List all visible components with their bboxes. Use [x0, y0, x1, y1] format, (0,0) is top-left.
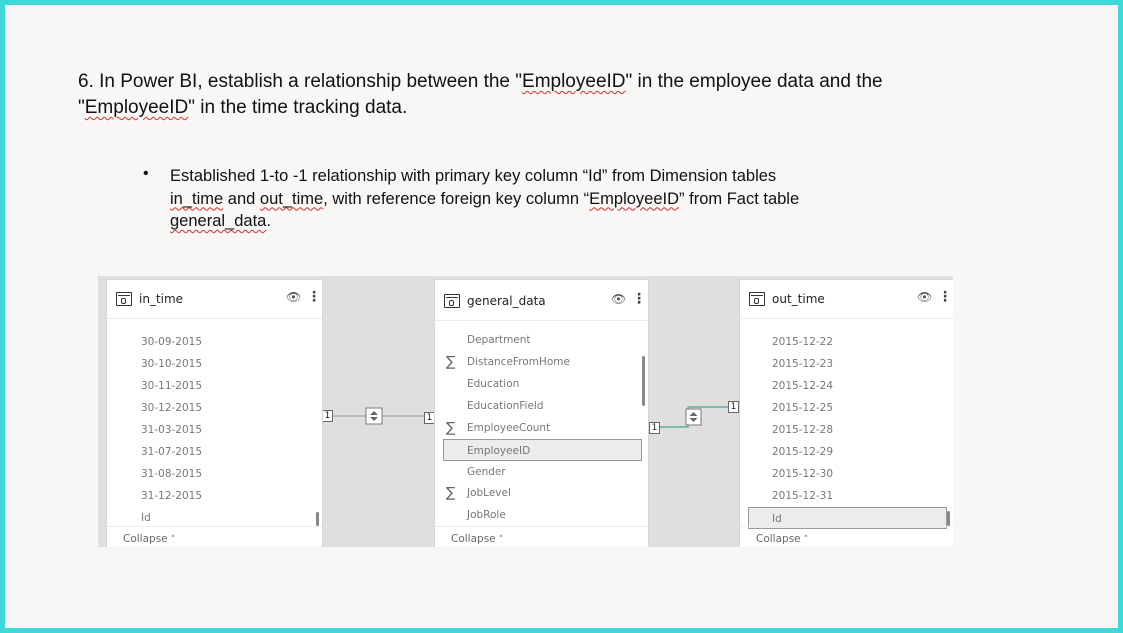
- table-icon: [116, 292, 132, 306]
- eye-icon[interactable]: 👁: [611, 292, 626, 306]
- scrollbar[interactable]: [642, 356, 645, 406]
- column-row[interactable]: Gender: [467, 461, 506, 483]
- column-row[interactable]: DistanceFromHome: [467, 351, 570, 373]
- table-title: out_time: [772, 292, 825, 306]
- bidirectional-filter-icon[interactable]: [365, 407, 383, 425]
- column-row[interactable]: 30-11-2015: [141, 375, 202, 397]
- column-row[interactable]: 2015-12-29: [772, 441, 833, 463]
- model-diagram: 1 1 1 1 in_time 👁 ⋮ 30-09-2015 30-10-201…: [98, 276, 953, 547]
- more-options-icon[interactable]: ⋮: [938, 289, 952, 305]
- employeeid-term: EmployeeID: [522, 71, 626, 92]
- table-title: in_time: [139, 292, 184, 306]
- table-card-out-time[interactable]: out_time 👁 ⋮ 2015-12-22 2015-12-23 2015-…: [739, 279, 953, 547]
- eye-icon[interactable]: 👁: [917, 290, 932, 304]
- collapse-button[interactable]: Collapse ˄: [435, 526, 648, 547]
- column-row[interactable]: JobLevel: [467, 482, 511, 504]
- bullet-text: Established 1-to -1 relationship with pr…: [170, 167, 800, 230]
- column-row[interactable]: 30-09-2015: [141, 331, 202, 353]
- employeeid-term: EmployeeID: [84, 97, 189, 118]
- slide: 6. In Power BI, establish a relationship…: [5, 5, 1118, 628]
- column-row[interactable]: 30-10-2015: [141, 353, 202, 375]
- column-row[interactable]: JobRole: [467, 504, 506, 526]
- column-row[interactable]: 2015-12-22: [772, 331, 833, 353]
- bullet-point: • Established 1-to -1 relationship with …: [143, 165, 903, 233]
- cardinality-label: 1: [322, 410, 333, 422]
- chevron-up-icon: ˄: [498, 535, 504, 545]
- collapse-button[interactable]: Collapse ˄: [740, 526, 953, 547]
- more-options-icon[interactable]: ⋮: [307, 289, 321, 305]
- column-row[interactable]: Education: [467, 373, 519, 395]
- bullet-symbol: •: [143, 165, 149, 182]
- scrollbar[interactable]: [316, 512, 319, 526]
- table-icon: [444, 294, 460, 308]
- sum-icon: ∑: [446, 354, 456, 370]
- more-options-icon[interactable]: ⋮: [632, 291, 646, 307]
- card-header: in_time 👁 ⋮: [107, 280, 322, 319]
- column-row[interactable]: EmployeeCount: [467, 417, 550, 439]
- cardinality-label: 1: [728, 401, 739, 413]
- column-row[interactable]: 2015-12-28: [772, 419, 833, 441]
- cardinality-label: 1: [649, 422, 660, 434]
- column-row[interactable]: 31-12-2015: [141, 485, 202, 507]
- card-header: general_data 👁 ⋮: [435, 280, 648, 321]
- column-row[interactable]: 2015-12-30: [772, 463, 833, 485]
- bidirectional-filter-icon[interactable]: [685, 408, 702, 426]
- column-row[interactable]: 2015-12-24: [772, 375, 833, 397]
- chevron-up-icon: ˄: [803, 535, 809, 545]
- column-row[interactable]: EducationField: [467, 395, 544, 417]
- table-card-general-data[interactable]: general_data 👁 ⋮ Department ∑ DistanceFr…: [434, 279, 649, 547]
- scrollbar[interactable]: [947, 511, 950, 526]
- chevron-up-icon: ˄: [170, 535, 176, 545]
- column-row[interactable]: 31-07-2015: [141, 441, 202, 463]
- step-heading: 6. In Power BI, establish a relationship…: [78, 71, 883, 118]
- column-row[interactable]: 2015-12-31: [772, 485, 833, 507]
- eye-icon[interactable]: 👁: [286, 290, 301, 304]
- column-row[interactable]: 2015-12-25: [772, 397, 833, 419]
- column-row[interactable]: 30-12-2015: [141, 397, 202, 419]
- column-row[interactable]: 2015-12-23: [772, 353, 833, 375]
- sum-icon: ∑: [446, 485, 456, 501]
- collapse-button[interactable]: Collapse ˄: [107, 526, 322, 547]
- table-title: general_data: [467, 294, 546, 308]
- card-header: out_time 👁 ⋮: [740, 280, 953, 319]
- table-card-in-time[interactable]: in_time 👁 ⋮ 30-09-2015 30-10-2015 30-11-…: [106, 279, 323, 547]
- column-row-selected[interactable]: EmployeeID: [443, 439, 642, 461]
- table-icon: [749, 292, 765, 306]
- column-row[interactable]: Department: [467, 329, 531, 351]
- column-row[interactable]: 31-08-2015: [141, 463, 202, 485]
- sum-icon: ∑: [446, 420, 456, 436]
- column-row[interactable]: 31-03-2015: [141, 419, 202, 441]
